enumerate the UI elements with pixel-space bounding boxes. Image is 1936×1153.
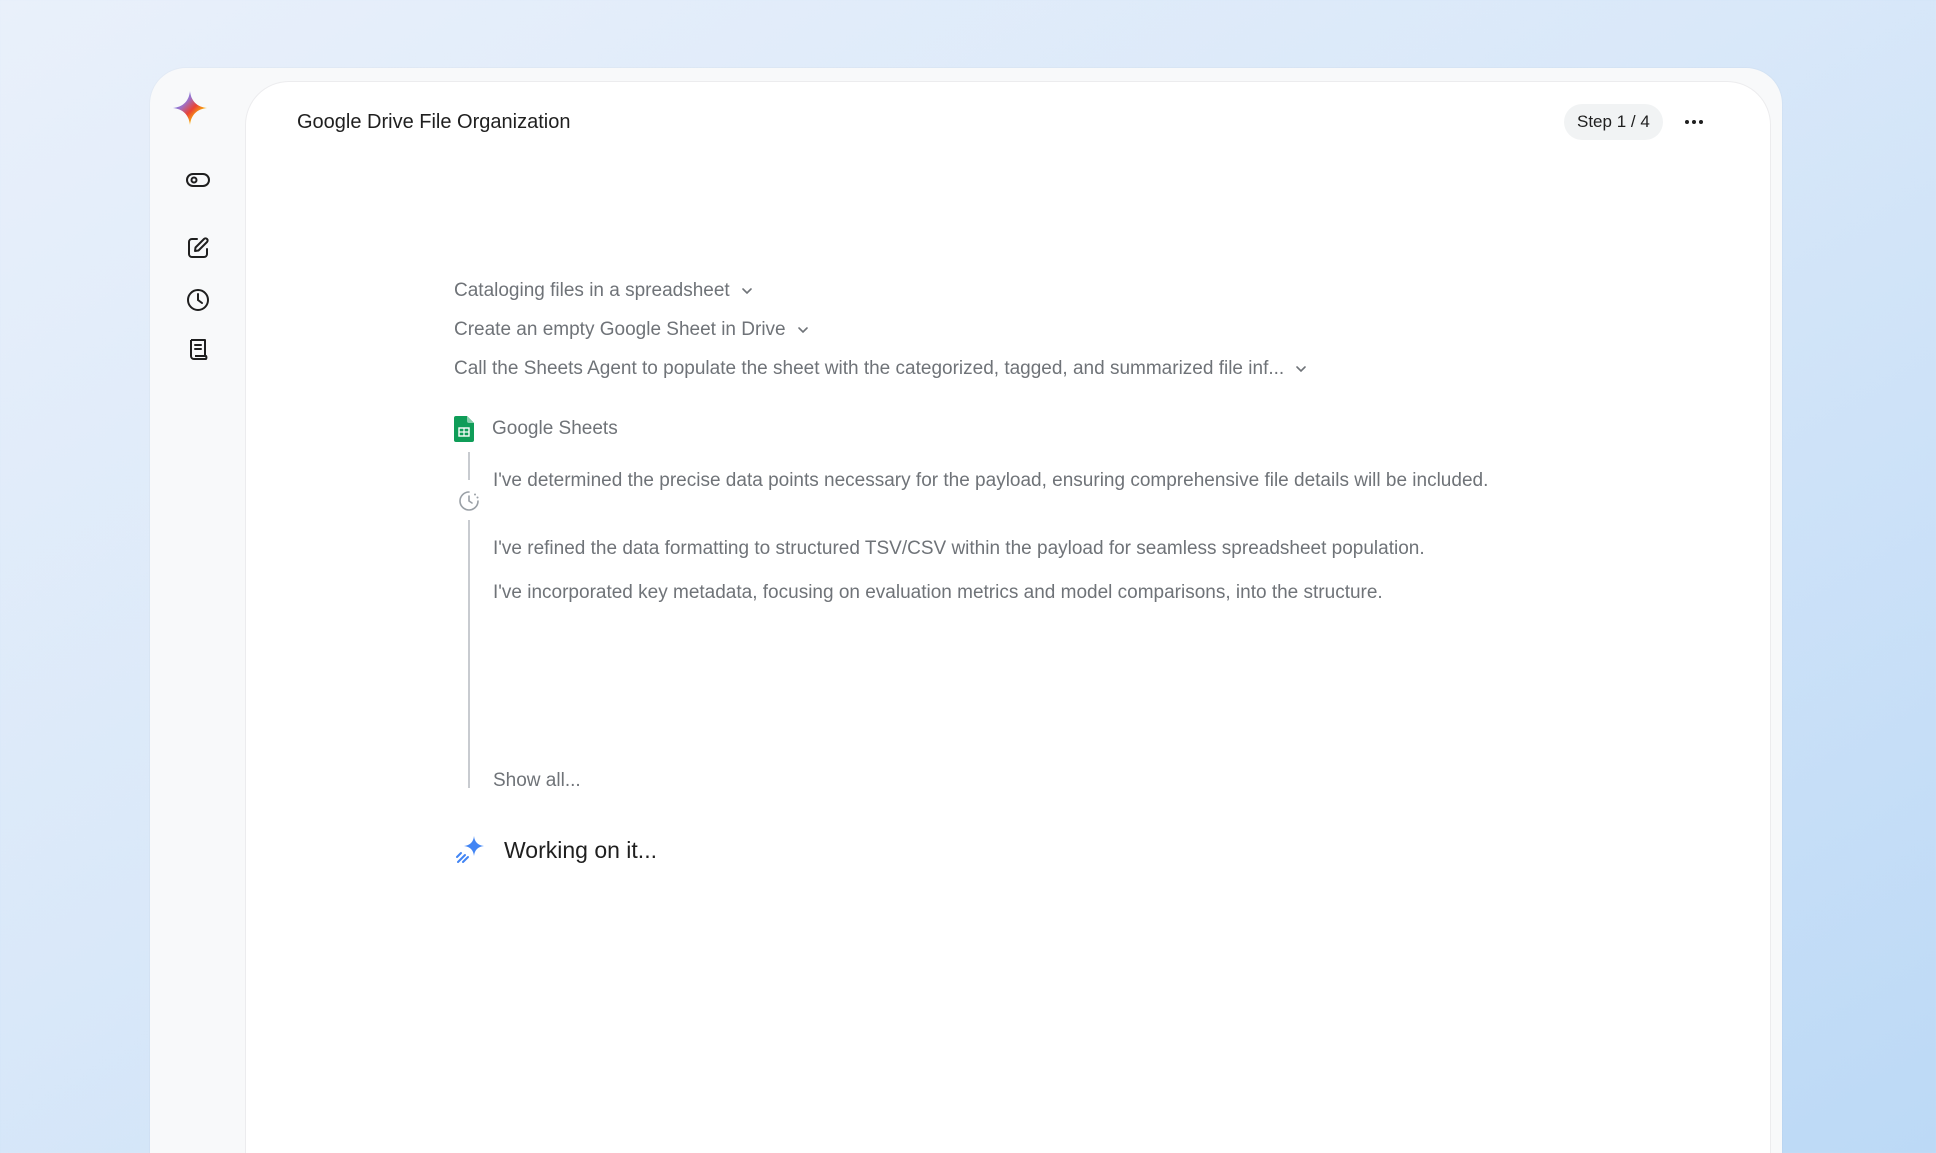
plan-step-label: Call the Sheets Agent to populate the sh… <box>454 358 1285 379</box>
notes-button[interactable] <box>178 330 218 370</box>
app-window: Google Drive File Organization Step 1 / … <box>150 68 1782 1153</box>
history-icon <box>187 289 209 311</box>
main-panel: Google Drive File Organization Step 1 / … <box>245 81 1771 1153</box>
working-label: Working on it... <box>504 836 657 863</box>
google-sheets-icon <box>454 416 474 442</box>
timeline-connector <box>468 520 470 788</box>
timeline-connector <box>468 452 470 480</box>
tool-name: Google Sheets <box>492 418 618 439</box>
chevron-down-icon <box>1296 366 1306 373</box>
thinking-icon <box>459 491 479 511</box>
thought-item: I've determined the precise data points … <box>493 470 1489 491</box>
plan-step-label: Create an empty Google Sheet in Drive <box>454 319 786 340</box>
history-button[interactable] <box>178 280 218 320</box>
chevron-down-icon <box>741 288 752 295</box>
thought-item: I've incorporated key metadata, focusing… <box>493 582 1383 603</box>
step-badge: Step 1 / 4 <box>1564 104 1663 140</box>
toggle-icon <box>186 173 210 187</box>
plan-step-label: Cataloging files in a spreadsheet <box>454 280 730 301</box>
gemini-logo-icon[interactable] <box>170 88 210 128</box>
more-options-button[interactable] <box>1676 104 1712 140</box>
plan-step-create-sheet[interactable]: Create an empty Google Sheet in Drive <box>454 317 810 343</box>
more-horizontal-icon <box>1685 120 1703 124</box>
side-rail <box>150 68 246 1153</box>
new-chat-button[interactable] <box>178 228 218 268</box>
thought-item: I've refined the data formatting to stru… <box>493 538 1425 559</box>
toggle-view-button[interactable] <box>178 160 218 200</box>
working-status: Working on it... <box>454 834 657 866</box>
plan-step-catalog[interactable]: Cataloging files in a spreadsheet <box>454 278 754 304</box>
new-chat-icon <box>188 237 209 258</box>
sparkle-icon <box>456 836 484 863</box>
page-title: Google Drive File Organization <box>297 111 571 133</box>
tool-call-header: Google Sheets <box>454 416 618 442</box>
show-all-link[interactable]: Show all... <box>493 768 581 794</box>
plan-step-populate-sheet[interactable]: Call the Sheets Agent to populate the sh… <box>454 356 1308 382</box>
notes-icon <box>190 339 208 360</box>
chevron-down-icon <box>797 327 808 334</box>
